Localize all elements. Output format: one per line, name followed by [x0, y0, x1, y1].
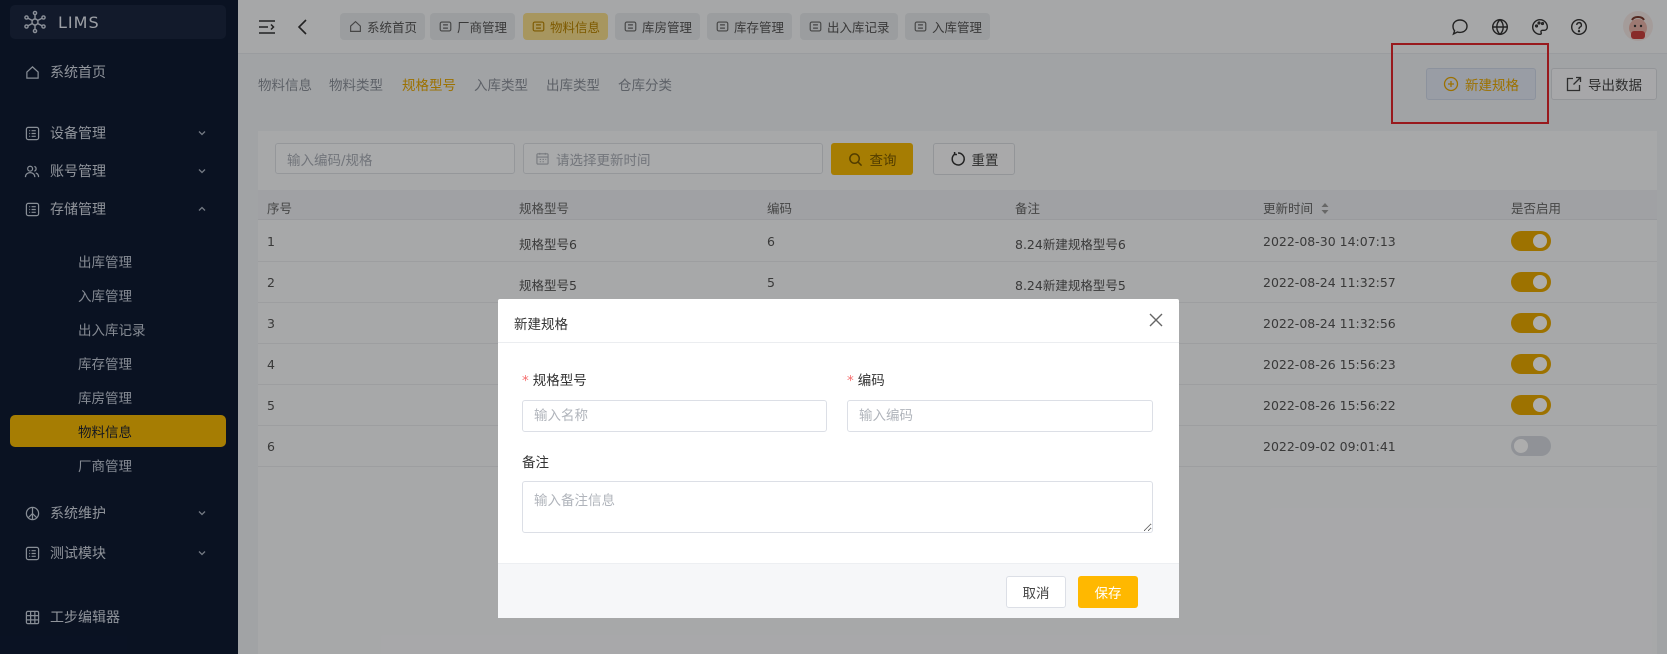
code-label-text: 编码 [857, 373, 885, 389]
spec-label: * 规格型号 [522, 373, 587, 389]
dialog-title: 新建规格 [514, 317, 568, 333]
code-label: * 编码 [847, 373, 885, 389]
dialog-header: 新建规格 [498, 299, 1179, 343]
close-icon[interactable] [1147, 311, 1165, 329]
dialog-footer: 取消 保存 [498, 563, 1179, 618]
note-textarea[interactable] [522, 481, 1153, 533]
new-spec-dialog: 新建规格 *规格型号 *编码 备注 取消 保存 [498, 299, 1179, 618]
cancel-button[interactable]: 取消 [1006, 576, 1066, 608]
note-label: 备注 [522, 455, 549, 471]
spec-label-text: 规格型号 [532, 373, 587, 389]
spec-name-input[interactable] [522, 400, 827, 432]
save-button[interactable]: 保存 [1078, 576, 1138, 608]
code-input[interactable] [847, 400, 1153, 432]
